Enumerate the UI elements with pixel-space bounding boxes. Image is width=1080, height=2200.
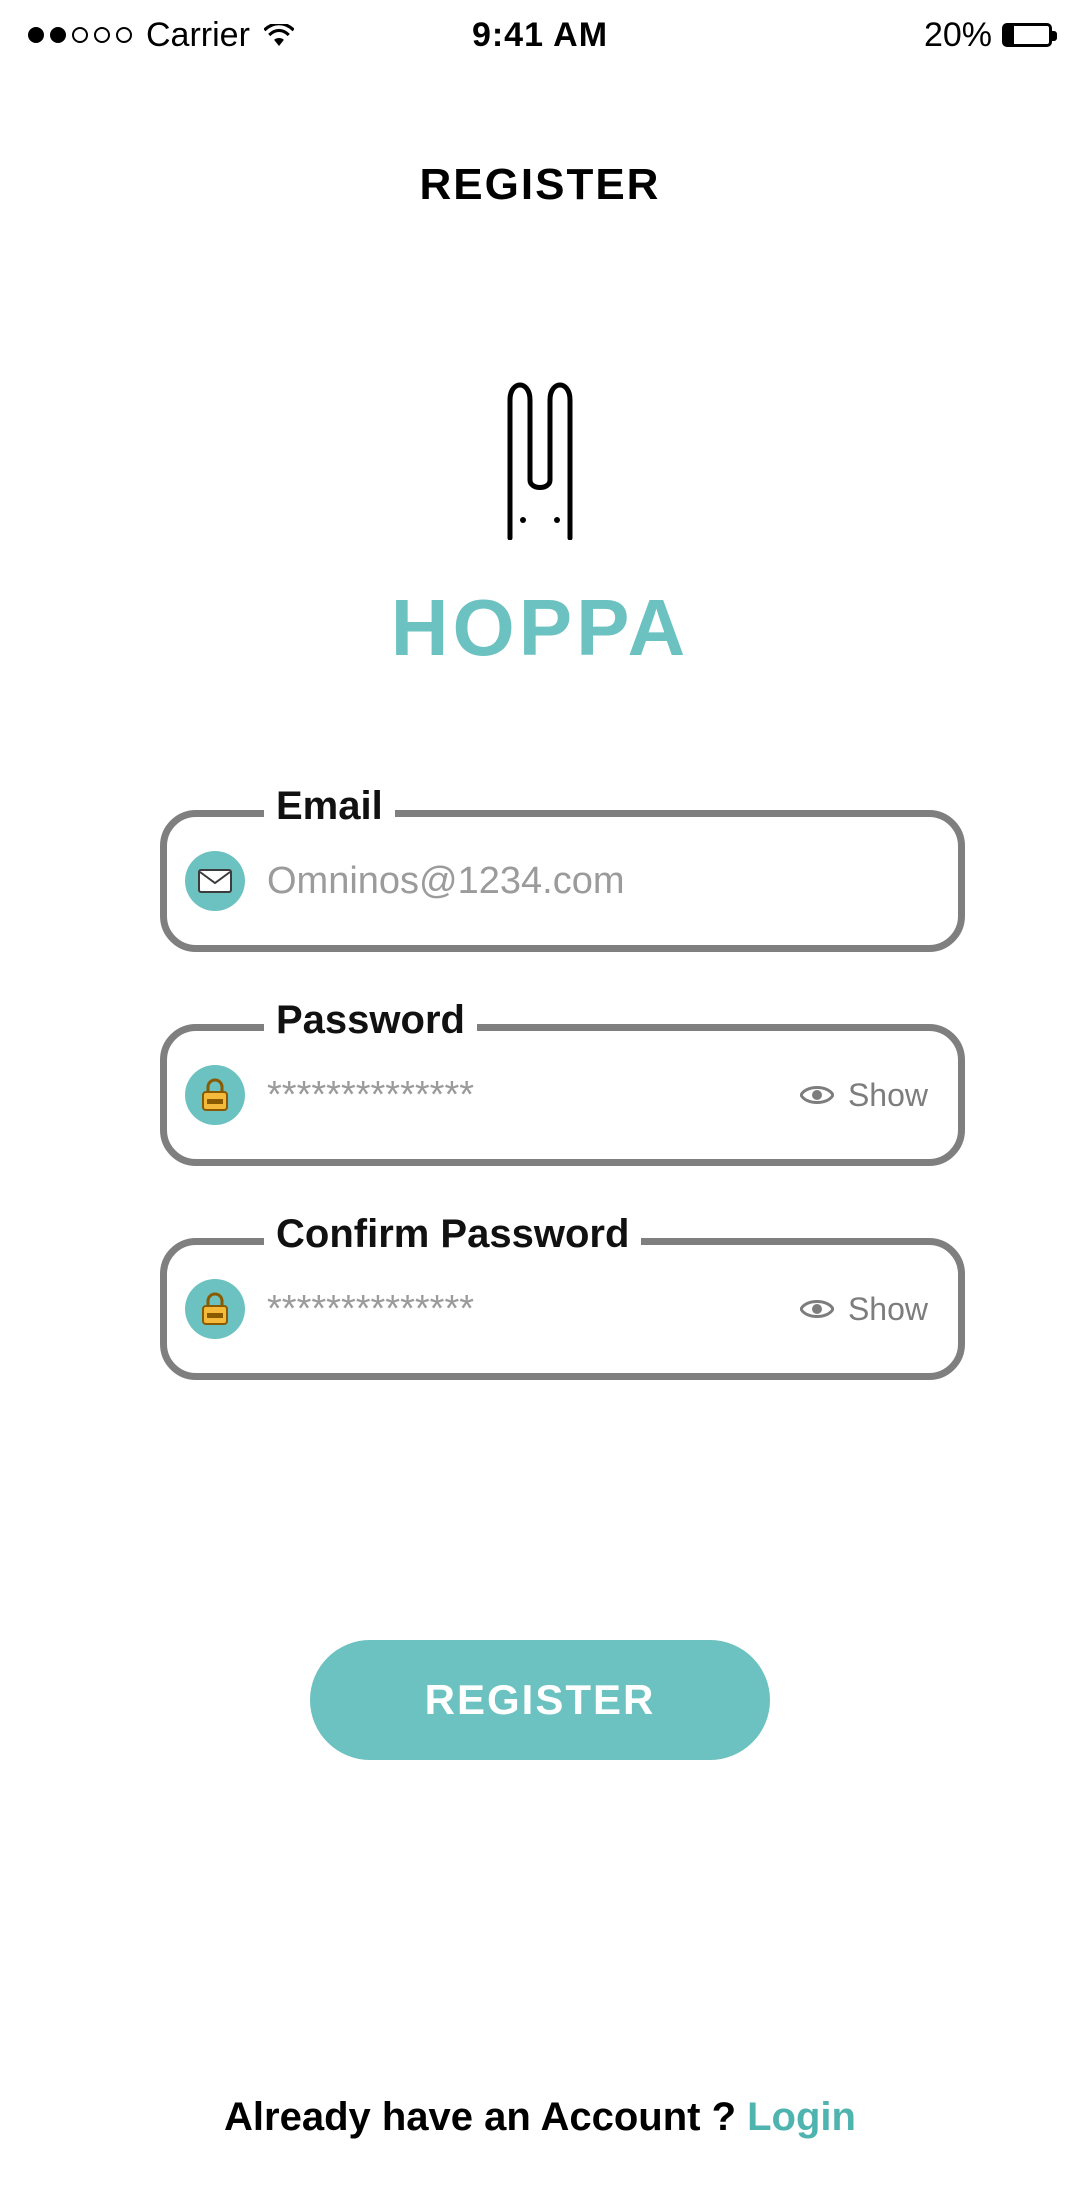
status-right: 20% — [924, 16, 1052, 55]
battery-percent: 20% — [924, 16, 992, 55]
confirm-field-wrap: Confirm Password Show — [160, 1238, 965, 1380]
password-field-wrap: Password Show — [160, 1024, 965, 1166]
register-button[interactable]: REGISTER — [310, 1640, 770, 1760]
login-link[interactable]: Login — [747, 2095, 856, 2139]
email-icon — [185, 851, 245, 911]
confirm-field[interactable]: Show — [160, 1238, 965, 1380]
brand-name: HOPPA — [391, 582, 690, 674]
footer: Already have an Account ? Login — [0, 2095, 1080, 2140]
confirm-input[interactable] — [267, 1288, 778, 1331]
status-time: 9:41 AM — [472, 16, 608, 55]
register-form: Email Password — [160, 810, 965, 1452]
password-label: Password — [264, 998, 477, 1043]
battery-icon — [1002, 23, 1052, 47]
password-input[interactable] — [267, 1074, 778, 1117]
bunny-icon — [490, 370, 590, 540]
eye-icon — [800, 1084, 834, 1106]
email-input[interactable] — [267, 860, 928, 903]
page-title: REGISTER — [0, 160, 1080, 210]
lock-icon — [185, 1065, 245, 1125]
email-label: Email — [264, 784, 395, 829]
email-field[interactable] — [160, 810, 965, 952]
brand-logo: HOPPA — [0, 370, 1080, 674]
confirm-show-label: Show — [848, 1291, 928, 1328]
password-field[interactable]: Show — [160, 1024, 965, 1166]
status-bar: Carrier 9:41 AM 20% — [0, 0, 1080, 70]
password-show-label: Show — [848, 1077, 928, 1114]
status-left: Carrier — [28, 16, 294, 55]
signal-dots-icon — [28, 27, 132, 43]
wifi-icon — [264, 24, 294, 46]
lock-icon — [185, 1279, 245, 1339]
confirm-label: Confirm Password — [264, 1212, 641, 1257]
eye-icon — [800, 1298, 834, 1320]
password-show-toggle[interactable]: Show — [800, 1077, 928, 1114]
carrier-label: Carrier — [146, 16, 250, 55]
confirm-show-toggle[interactable]: Show — [800, 1291, 928, 1328]
email-field-wrap: Email — [160, 810, 965, 952]
footer-prompt: Already have an Account ? — [224, 2095, 747, 2139]
